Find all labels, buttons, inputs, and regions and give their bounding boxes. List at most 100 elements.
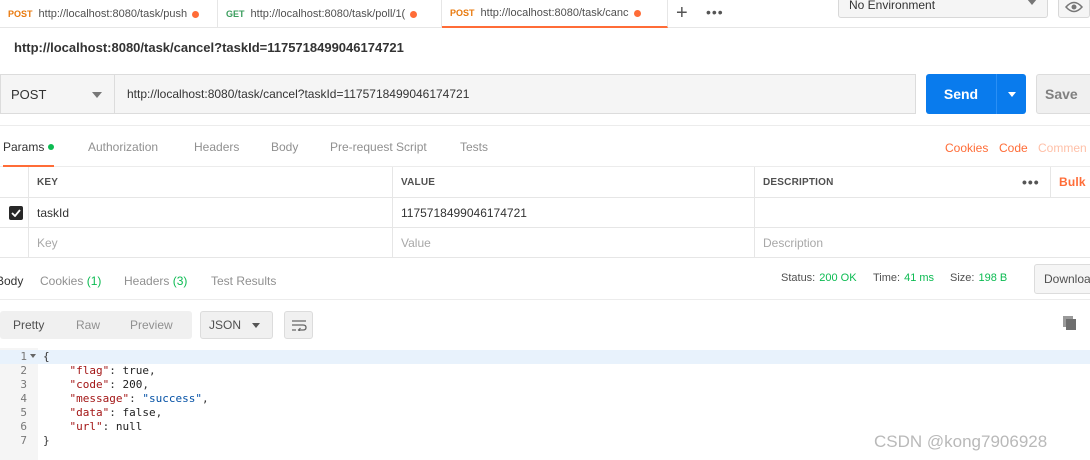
unsaved-dot-icon (192, 10, 200, 18)
line-number: 3 (20, 378, 27, 391)
tab-headers[interactable]: Headers (194, 140, 239, 154)
brace-close: } (43, 434, 50, 447)
request-tab-cancel[interactable]: POST http://localhost:8080/task/canc (442, 0, 668, 28)
line-number: 1 (20, 350, 27, 363)
tab-method: GET (226, 9, 245, 19)
request-url-input[interactable]: http://localhost:8080/task/cancel?taskId… (115, 74, 916, 114)
cookies-count: (1) (86, 274, 102, 288)
response-size: Size: 198 B (950, 272, 1007, 284)
tab-method: POST (450, 8, 475, 18)
request-tab-push[interactable]: POST http://localhost:8080/task/push (0, 0, 218, 28)
response-tabs-bar: Body Cookies (1) Headers (3) Test Result… (0, 258, 1090, 300)
tab-params-label: Params (3, 140, 45, 154)
environment-quick-look-button[interactable] (1058, 0, 1090, 18)
copy-icon (1063, 316, 1076, 330)
tab-body[interactable]: Body (271, 140, 298, 154)
line-number: 2 (20, 364, 27, 377)
bulk-edit-link[interactable]: Bulk (1050, 167, 1090, 197)
unsaved-dot-icon (633, 9, 641, 17)
brace-open: { (43, 350, 50, 363)
send-button[interactable]: Send (926, 74, 1026, 114)
code-line: 5 "data": false, (0, 406, 1090, 420)
tab-prerequest-script[interactable]: Pre-request Script (330, 140, 427, 154)
json-key: "message" (69, 392, 130, 405)
active-dot-icon (48, 144, 55, 150)
size-value: 198 B (978, 272, 1008, 284)
wrap-lines-button[interactable] (284, 311, 313, 339)
cookies-link[interactable]: Cookies (945, 141, 988, 155)
description-placeholder: Description (763, 235, 824, 250)
key-column-header: KEY (28, 167, 392, 197)
param-value: 1175718499046174721 (401, 205, 527, 220)
language-select[interactable]: JSON (200, 311, 273, 339)
key-placeholder: Key (37, 235, 58, 250)
tab-params[interactable]: Params (3, 140, 55, 167)
new-param-checkbox-cell (0, 228, 28, 257)
copy-response-button[interactable] (1062, 315, 1080, 333)
code-link[interactable]: Code (999, 141, 1028, 155)
json-value: null (115, 420, 143, 433)
new-param-key-input[interactable]: Key (28, 228, 392, 257)
environment-select[interactable]: No Environment (838, 0, 1048, 18)
new-param-description-input[interactable]: Description (754, 228, 1090, 257)
unsaved-dot-icon (410, 10, 418, 18)
code-text: { (43, 350, 50, 364)
json-key: "data" (69, 406, 110, 419)
request-title: http://localhost:8080/task/cancel?taskId… (14, 40, 404, 55)
checkbox-checked-icon (9, 205, 23, 220)
checkbox-column-header (0, 167, 28, 197)
response-tab-body[interactable]: Body (0, 274, 23, 288)
json-value: 200 (122, 378, 143, 391)
chevron-down-icon (1027, 0, 1037, 5)
time-value: 41 ms (904, 272, 935, 284)
tab-url: http://localhost:8080/task/poll/1( (250, 8, 406, 20)
status-value: 200 OK (819, 272, 857, 284)
add-tab-plus-icon[interactable]: + (676, 3, 688, 23)
method-select[interactable]: POST (0, 74, 115, 114)
param-value-cell[interactable]: 1175718499046174721 (392, 198, 754, 227)
line-number: 7 (20, 434, 27, 447)
code-text: } (43, 434, 50, 448)
params-table-header: KEY VALUE DESCRIPTION ••• Bulk (0, 167, 1090, 198)
code-line: 2 "flag": true, (0, 364, 1090, 378)
download-button-label: Downloa (1044, 272, 1090, 286)
tab-authorization[interactable]: Authorization (88, 140, 158, 154)
code-text: "code": 200, (69, 378, 150, 391)
table-options-button[interactable]: ••• (1014, 167, 1050, 197)
response-tab-cookies-label: Cookies (40, 274, 84, 288)
request-url-value: http://localhost:8080/task/cancel?taskId… (127, 87, 470, 101)
tab-more-icon[interactable]: ••• (706, 4, 724, 20)
param-enabled-checkbox[interactable] (0, 198, 28, 227)
tab-tests[interactable]: Tests (460, 140, 488, 154)
chevron-down-icon (252, 323, 260, 328)
code-text: "url": null (69, 420, 143, 433)
param-key-cell[interactable]: taskId (28, 198, 392, 227)
response-tab-test-results[interactable]: Test Results (211, 274, 276, 288)
format-pretty-button[interactable]: Pretty (13, 318, 44, 332)
response-tab-cookies[interactable]: Cookies (1) (40, 274, 101, 288)
headers-count: (3) (172, 274, 188, 288)
send-button-label: Send (943, 86, 979, 102)
json-value: true (122, 364, 150, 377)
format-segmented-control: Pretty Raw Preview (0, 311, 192, 339)
format-raw-button[interactable]: Raw (76, 318, 100, 332)
response-tab-headers[interactable]: Headers (3) (124, 274, 187, 288)
code-line: 4 "message": "success", (0, 392, 1090, 406)
request-tab-poll[interactable]: GET http://localhost:8080/task/poll/1( (218, 0, 442, 28)
save-button-label: Save (1045, 86, 1078, 102)
format-preview-button[interactable]: Preview (130, 318, 173, 332)
tab-url: http://localhost:8080/task/push (38, 8, 188, 20)
json-key: "url" (69, 420, 103, 433)
save-button[interactable]: Save (1036, 74, 1090, 114)
comments-link[interactable]: Commen (1038, 141, 1087, 155)
json-value: "success" (142, 392, 202, 405)
request-config-tabs: Params Authorization Headers Body Pre-re… (0, 125, 1090, 167)
new-param-value-input[interactable]: Value (392, 228, 754, 257)
download-button[interactable]: Downloa (1034, 264, 1090, 294)
tab-url: http://localhost:8080/task/canc (480, 7, 629, 19)
tab-method: POST (8, 9, 33, 19)
send-options-button[interactable] (996, 74, 1026, 114)
fold-chevron-icon[interactable] (30, 354, 36, 358)
param-description-cell[interactable] (754, 198, 1090, 227)
chevron-down-icon (92, 92, 102, 98)
